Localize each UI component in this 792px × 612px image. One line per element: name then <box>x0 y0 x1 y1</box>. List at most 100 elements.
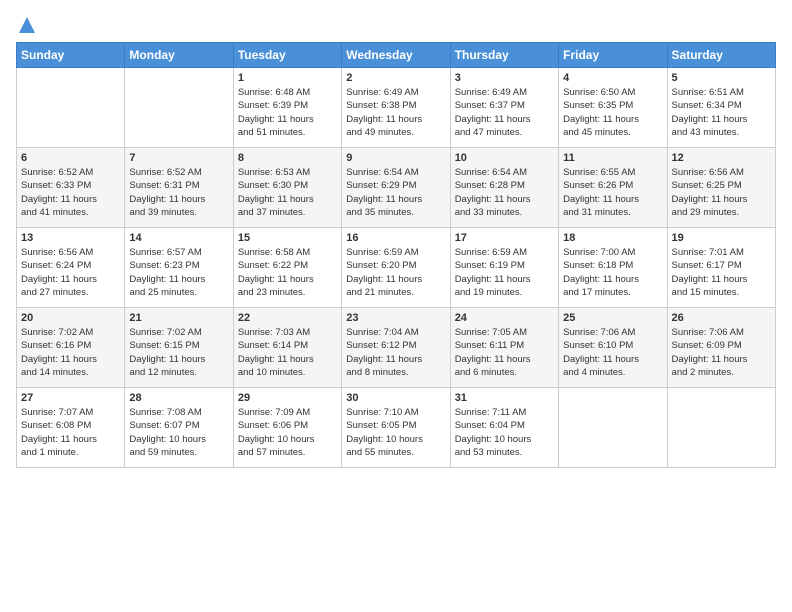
calendar-cell: 16 Sunrise: 6:59 AM Sunset: 6:20 PM Dayli… <box>342 228 450 308</box>
calendar-cell: 14 Sunrise: 6:57 AM Sunset: 6:23 PM Dayli… <box>125 228 233 308</box>
day-number: 15 <box>238 232 337 244</box>
day-number: 23 <box>346 312 445 324</box>
day-number: 19 <box>672 232 771 244</box>
day-number: 24 <box>455 312 554 324</box>
calendar-cell: 8 Sunrise: 6:53 AM Sunset: 6:30 PM Daylig… <box>233 148 341 228</box>
day-info: Sunrise: 7:07 AM Sunset: 6:08 PM Dayligh… <box>21 406 120 459</box>
calendar-cell: 12 Sunrise: 6:56 AM Sunset: 6:25 PM Dayli… <box>667 148 775 228</box>
calendar-cell: 29Sunrise: 7:09 AM Sunset: 6:06 PM Dayli… <box>233 388 341 468</box>
calendar-cell: 28Sunrise: 7:08 AM Sunset: 6:07 PM Dayli… <box>125 388 233 468</box>
day-header: Friday <box>559 43 667 68</box>
calendar-row: 1 Sunrise: 6:48 AM Sunset: 6:39 PM Daylig… <box>17 68 776 148</box>
day-info: Sunrise: 7:04 AM Sunset: 6:12 PM Dayligh… <box>346 326 445 379</box>
day-number: 21 <box>129 312 228 324</box>
day-info: Sunrise: 6:51 AM Sunset: 6:34 PM Dayligh… <box>672 86 771 139</box>
day-info: Sunrise: 7:10 AM Sunset: 6:05 PM Dayligh… <box>346 406 445 459</box>
calendar-cell: 24 Sunrise: 7:05 AM Sunset: 6:11 PM Dayli… <box>450 308 558 388</box>
calendar-cell <box>559 388 667 468</box>
calendar-table: SundayMondayTuesdayWednesdayThursdayFrid… <box>16 42 776 468</box>
day-number: 14 <box>129 232 228 244</box>
calendar-cell <box>125 68 233 148</box>
calendar-cell: 19 Sunrise: 7:01 AM Sunset: 6:17 PM Dayli… <box>667 228 775 308</box>
day-info: Sunrise: 6:49 AM Sunset: 6:37 PM Dayligh… <box>455 86 554 139</box>
day-header: Monday <box>125 43 233 68</box>
day-info: Sunrise: 6:59 AM Sunset: 6:19 PM Dayligh… <box>455 246 554 299</box>
day-info: Sunrise: 7:06 AM Sunset: 6:10 PM Dayligh… <box>563 326 662 379</box>
calendar-cell: 30 Sunrise: 7:10 AM Sunset: 6:05 PM Dayli… <box>342 388 450 468</box>
day-number: 31 <box>455 392 554 404</box>
calendar-cell: 15 Sunrise: 6:58 AM Sunset: 6:22 PM Dayli… <box>233 228 341 308</box>
day-info: Sunrise: 6:59 AM Sunset: 6:20 PM Dayligh… <box>346 246 445 299</box>
calendar-cell: 18 Sunrise: 7:00 AM Sunset: 6:18 PM Dayli… <box>559 228 667 308</box>
calendar-cell: 23 Sunrise: 7:04 AM Sunset: 6:12 PM Dayli… <box>342 308 450 388</box>
day-number: 12 <box>672 152 771 164</box>
calendar-cell <box>667 388 775 468</box>
day-info: Sunrise: 6:57 AM Sunset: 6:23 PM Dayligh… <box>129 246 228 299</box>
calendar-cell: 1 Sunrise: 6:48 AM Sunset: 6:39 PM Daylig… <box>233 68 341 148</box>
calendar-cell: 22 Sunrise: 7:03 AM Sunset: 6:14 PM Dayli… <box>233 308 341 388</box>
day-info: Sunrise: 6:54 AM Sunset: 6:29 PM Dayligh… <box>346 166 445 219</box>
day-number: 5 <box>672 72 771 84</box>
day-info: Sunrise: 6:58 AM Sunset: 6:22 PM Dayligh… <box>238 246 337 299</box>
calendar-cell: 3Sunrise: 6:49 AM Sunset: 6:37 PM Daylig… <box>450 68 558 148</box>
page-header <box>16 16 776 34</box>
calendar-row: 6 Sunrise: 6:52 AM Sunset: 6:33 PM Daylig… <box>17 148 776 228</box>
day-header: Wednesday <box>342 43 450 68</box>
day-info: Sunrise: 6:52 AM Sunset: 6:31 PM Dayligh… <box>129 166 228 219</box>
day-number: 2 <box>346 72 445 84</box>
calendar-cell: 26Sunrise: 7:06 AM Sunset: 6:09 PM Dayli… <box>667 308 775 388</box>
day-header: Thursday <box>450 43 558 68</box>
day-info: Sunrise: 7:02 AM Sunset: 6:16 PM Dayligh… <box>21 326 120 379</box>
day-header: Saturday <box>667 43 775 68</box>
day-info: Sunrise: 6:48 AM Sunset: 6:39 PM Dayligh… <box>238 86 337 139</box>
day-header: Sunday <box>17 43 125 68</box>
day-info: Sunrise: 6:56 AM Sunset: 6:25 PM Dayligh… <box>672 166 771 219</box>
day-number: 22 <box>238 312 337 324</box>
day-info: Sunrise: 6:56 AM Sunset: 6:24 PM Dayligh… <box>21 246 120 299</box>
day-number: 10 <box>455 152 554 164</box>
day-number: 27 <box>21 392 120 404</box>
calendar-row: 27 Sunrise: 7:07 AM Sunset: 6:08 PM Dayli… <box>17 388 776 468</box>
calendar-row: 13 Sunrise: 6:56 AM Sunset: 6:24 PM Dayli… <box>17 228 776 308</box>
day-number: 18 <box>563 232 662 244</box>
day-info: Sunrise: 6:52 AM Sunset: 6:33 PM Dayligh… <box>21 166 120 219</box>
calendar-cell: 11 Sunrise: 6:55 AM Sunset: 6:26 PM Dayli… <box>559 148 667 228</box>
day-number: 16 <box>346 232 445 244</box>
header-row: SundayMondayTuesdayWednesdayThursdayFrid… <box>17 43 776 68</box>
day-number: 8 <box>238 152 337 164</box>
day-info: Sunrise: 6:49 AM Sunset: 6:38 PM Dayligh… <box>346 86 445 139</box>
calendar-cell: 4Sunrise: 6:50 AM Sunset: 6:35 PM Daylig… <box>559 68 667 148</box>
day-info: Sunrise: 6:55 AM Sunset: 6:26 PM Dayligh… <box>563 166 662 219</box>
day-number: 11 <box>563 152 662 164</box>
calendar-row: 20Sunrise: 7:02 AM Sunset: 6:16 PM Dayli… <box>17 308 776 388</box>
day-info: Sunrise: 7:02 AM Sunset: 6:15 PM Dayligh… <box>129 326 228 379</box>
day-info: Sunrise: 7:01 AM Sunset: 6:17 PM Dayligh… <box>672 246 771 299</box>
day-header: Tuesday <box>233 43 341 68</box>
calendar-cell: 21 Sunrise: 7:02 AM Sunset: 6:15 PM Dayli… <box>125 308 233 388</box>
day-number: 30 <box>346 392 445 404</box>
calendar-cell <box>17 68 125 148</box>
calendar-cell: 5 Sunrise: 6:51 AM Sunset: 6:34 PM Daylig… <box>667 68 775 148</box>
logo-icon <box>18 16 36 34</box>
day-info: Sunrise: 7:00 AM Sunset: 6:18 PM Dayligh… <box>563 246 662 299</box>
calendar-cell: 10 Sunrise: 6:54 AM Sunset: 6:28 PM Dayli… <box>450 148 558 228</box>
calendar-cell: 31 Sunrise: 7:11 AM Sunset: 6:04 PM Dayli… <box>450 388 558 468</box>
calendar-cell: 2 Sunrise: 6:49 AM Sunset: 6:38 PM Daylig… <box>342 68 450 148</box>
day-number: 1 <box>238 72 337 84</box>
day-info: Sunrise: 7:05 AM Sunset: 6:11 PM Dayligh… <box>455 326 554 379</box>
calendar-cell: 17 Sunrise: 6:59 AM Sunset: 6:19 PM Dayli… <box>450 228 558 308</box>
logo <box>16 16 36 34</box>
day-number: 28 <box>129 392 228 404</box>
day-info: Sunrise: 6:50 AM Sunset: 6:35 PM Dayligh… <box>563 86 662 139</box>
calendar-cell: 7 Sunrise: 6:52 AM Sunset: 6:31 PM Daylig… <box>125 148 233 228</box>
day-info: Sunrise: 6:53 AM Sunset: 6:30 PM Dayligh… <box>238 166 337 219</box>
day-info: Sunrise: 7:11 AM Sunset: 6:04 PM Dayligh… <box>455 406 554 459</box>
day-number: 13 <box>21 232 120 244</box>
calendar-cell: 25Sunrise: 7:06 AM Sunset: 6:10 PM Dayli… <box>559 308 667 388</box>
day-number: 17 <box>455 232 554 244</box>
day-number: 7 <box>129 152 228 164</box>
calendar-cell: 20Sunrise: 7:02 AM Sunset: 6:16 PM Dayli… <box>17 308 125 388</box>
day-info: Sunrise: 7:03 AM Sunset: 6:14 PM Dayligh… <box>238 326 337 379</box>
day-info: Sunrise: 6:54 AM Sunset: 6:28 PM Dayligh… <box>455 166 554 219</box>
day-number: 6 <box>21 152 120 164</box>
